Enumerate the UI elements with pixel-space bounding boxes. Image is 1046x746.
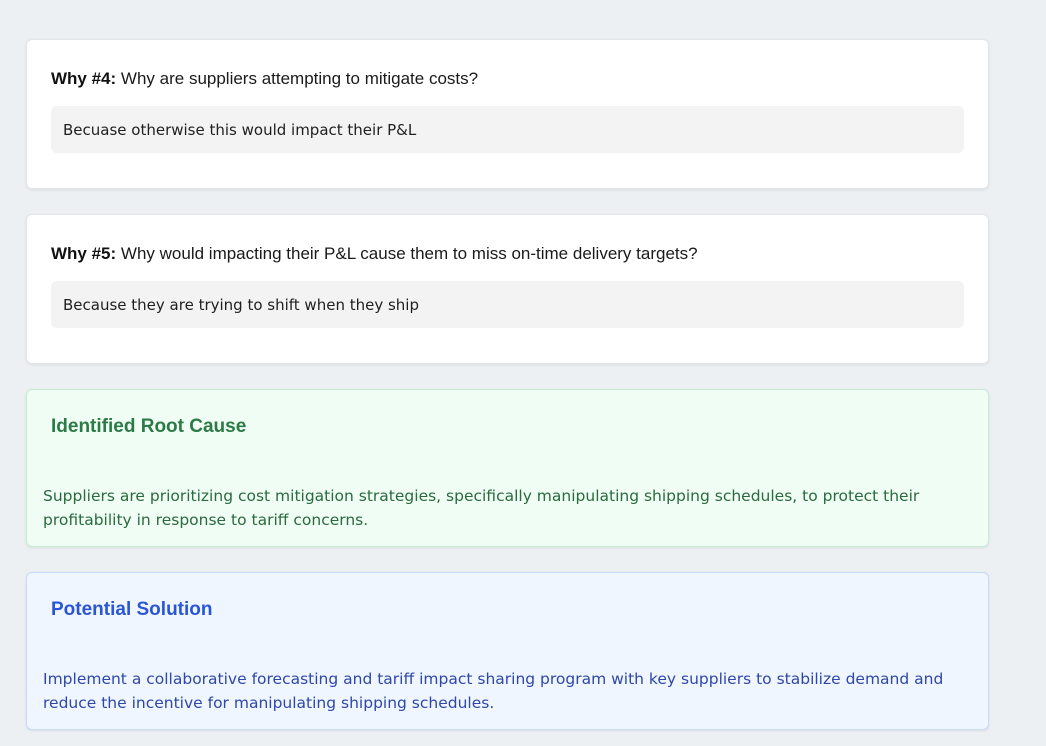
why-number-label: Why #4: [51,69,117,88]
solution-text: Implement a collaborative forecasting an… [43,670,944,712]
root-cause-title: Identified Root Cause [51,416,247,437]
why-number-label: Why #5: [51,244,117,263]
solution-title: Potential Solution [51,599,213,620]
why-question-text: Why are suppliers attempting to mitigate… [120,69,479,88]
why-question-4: Why #4: Why are suppliers attempting to … [51,68,964,90]
root-cause-card: Identified Root Cause Suppliers are prio… [26,389,989,547]
why-answer-5[interactable]: Because they are trying to shift when th… [51,281,964,328]
why-card-4: Why #4: Why are suppliers attempting to … [26,39,989,189]
why-question-text: Why would impacting their P&L cause them… [120,244,698,263]
why-card-5: Why #5: Why would impacting their P&L ca… [26,214,989,364]
five-whys-container: Why #4: Why are suppliers attempting to … [26,39,989,730]
why-answer-4[interactable]: Becuase otherwise this would impact thei… [51,106,964,153]
solution-card: Potential Solution Implement a collabora… [26,572,989,730]
root-cause-text: Suppliers are prioritizing cost mitigati… [43,487,920,529]
why-question-5: Why #5: Why would impacting their P&L ca… [51,243,964,265]
